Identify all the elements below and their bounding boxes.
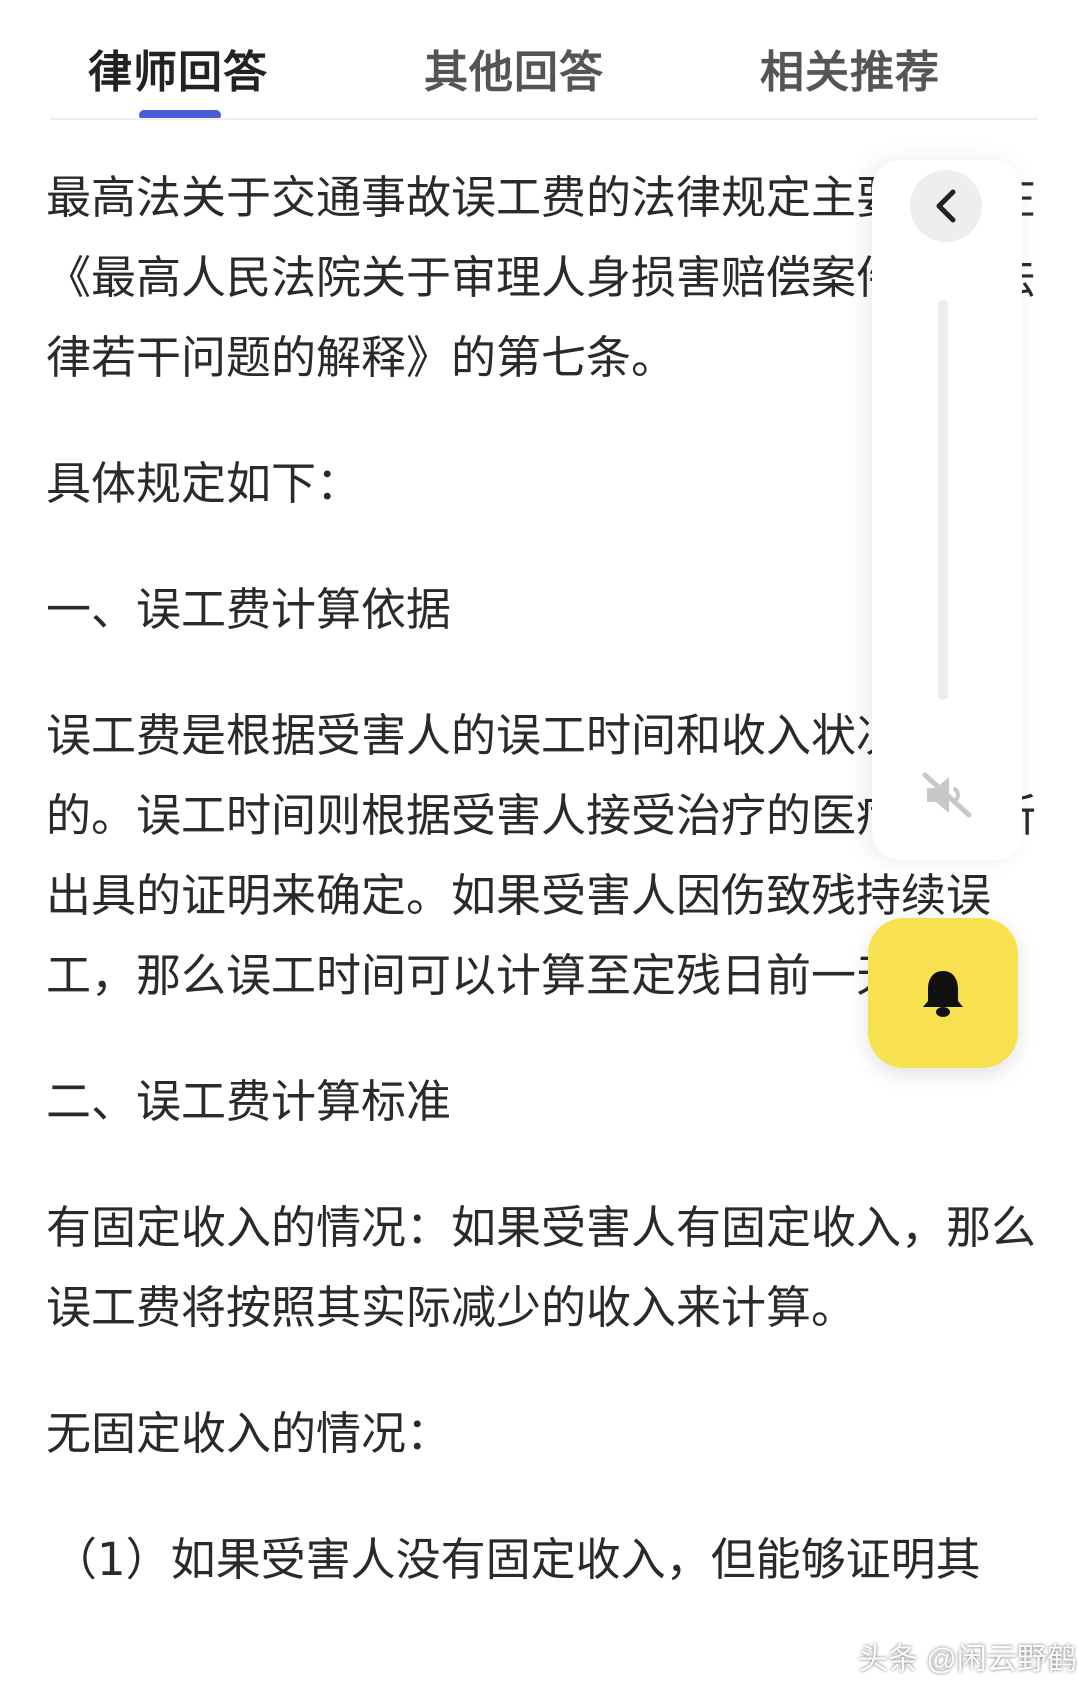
tab-lawyer-answer[interactable]: 律师回答 [88,36,268,100]
mute-button[interactable] [912,760,982,830]
collapse-panel-button[interactable] [910,170,982,242]
section-heading-standard: 二、误工费计算标准 [46,1075,452,1128]
watermark: 头条 @闲云野鹤 [858,1643,1077,1676]
tabs-divider [50,118,1038,120]
tab-other-answers[interactable]: 其他回答 [424,36,604,100]
chevron-left-icon [936,189,956,223]
speaker-muted-icon [922,772,972,818]
bell-icon [923,971,963,1017]
panel-scrollbar[interactable] [938,300,948,700]
notification-bell-button[interactable] [868,918,1018,1068]
no-fixed-income-heading: 无固定收入的情况： [46,1407,452,1460]
tab-related-recommendations[interactable]: 相关推荐 [760,36,940,100]
floating-side-panel [872,160,1022,860]
fixed-income-paragraph: 有固定收入的情况：如果受害人有固定收入，那么误工费将按照其实际减少的收入来计算。 [46,1201,1037,1334]
answer-tabs: 律师回答 其他回答 相关推荐 [0,0,1078,120]
no-fixed-income-item-1: （1）如果受害人没有固定收入，但能够证明其 [52,1533,981,1586]
